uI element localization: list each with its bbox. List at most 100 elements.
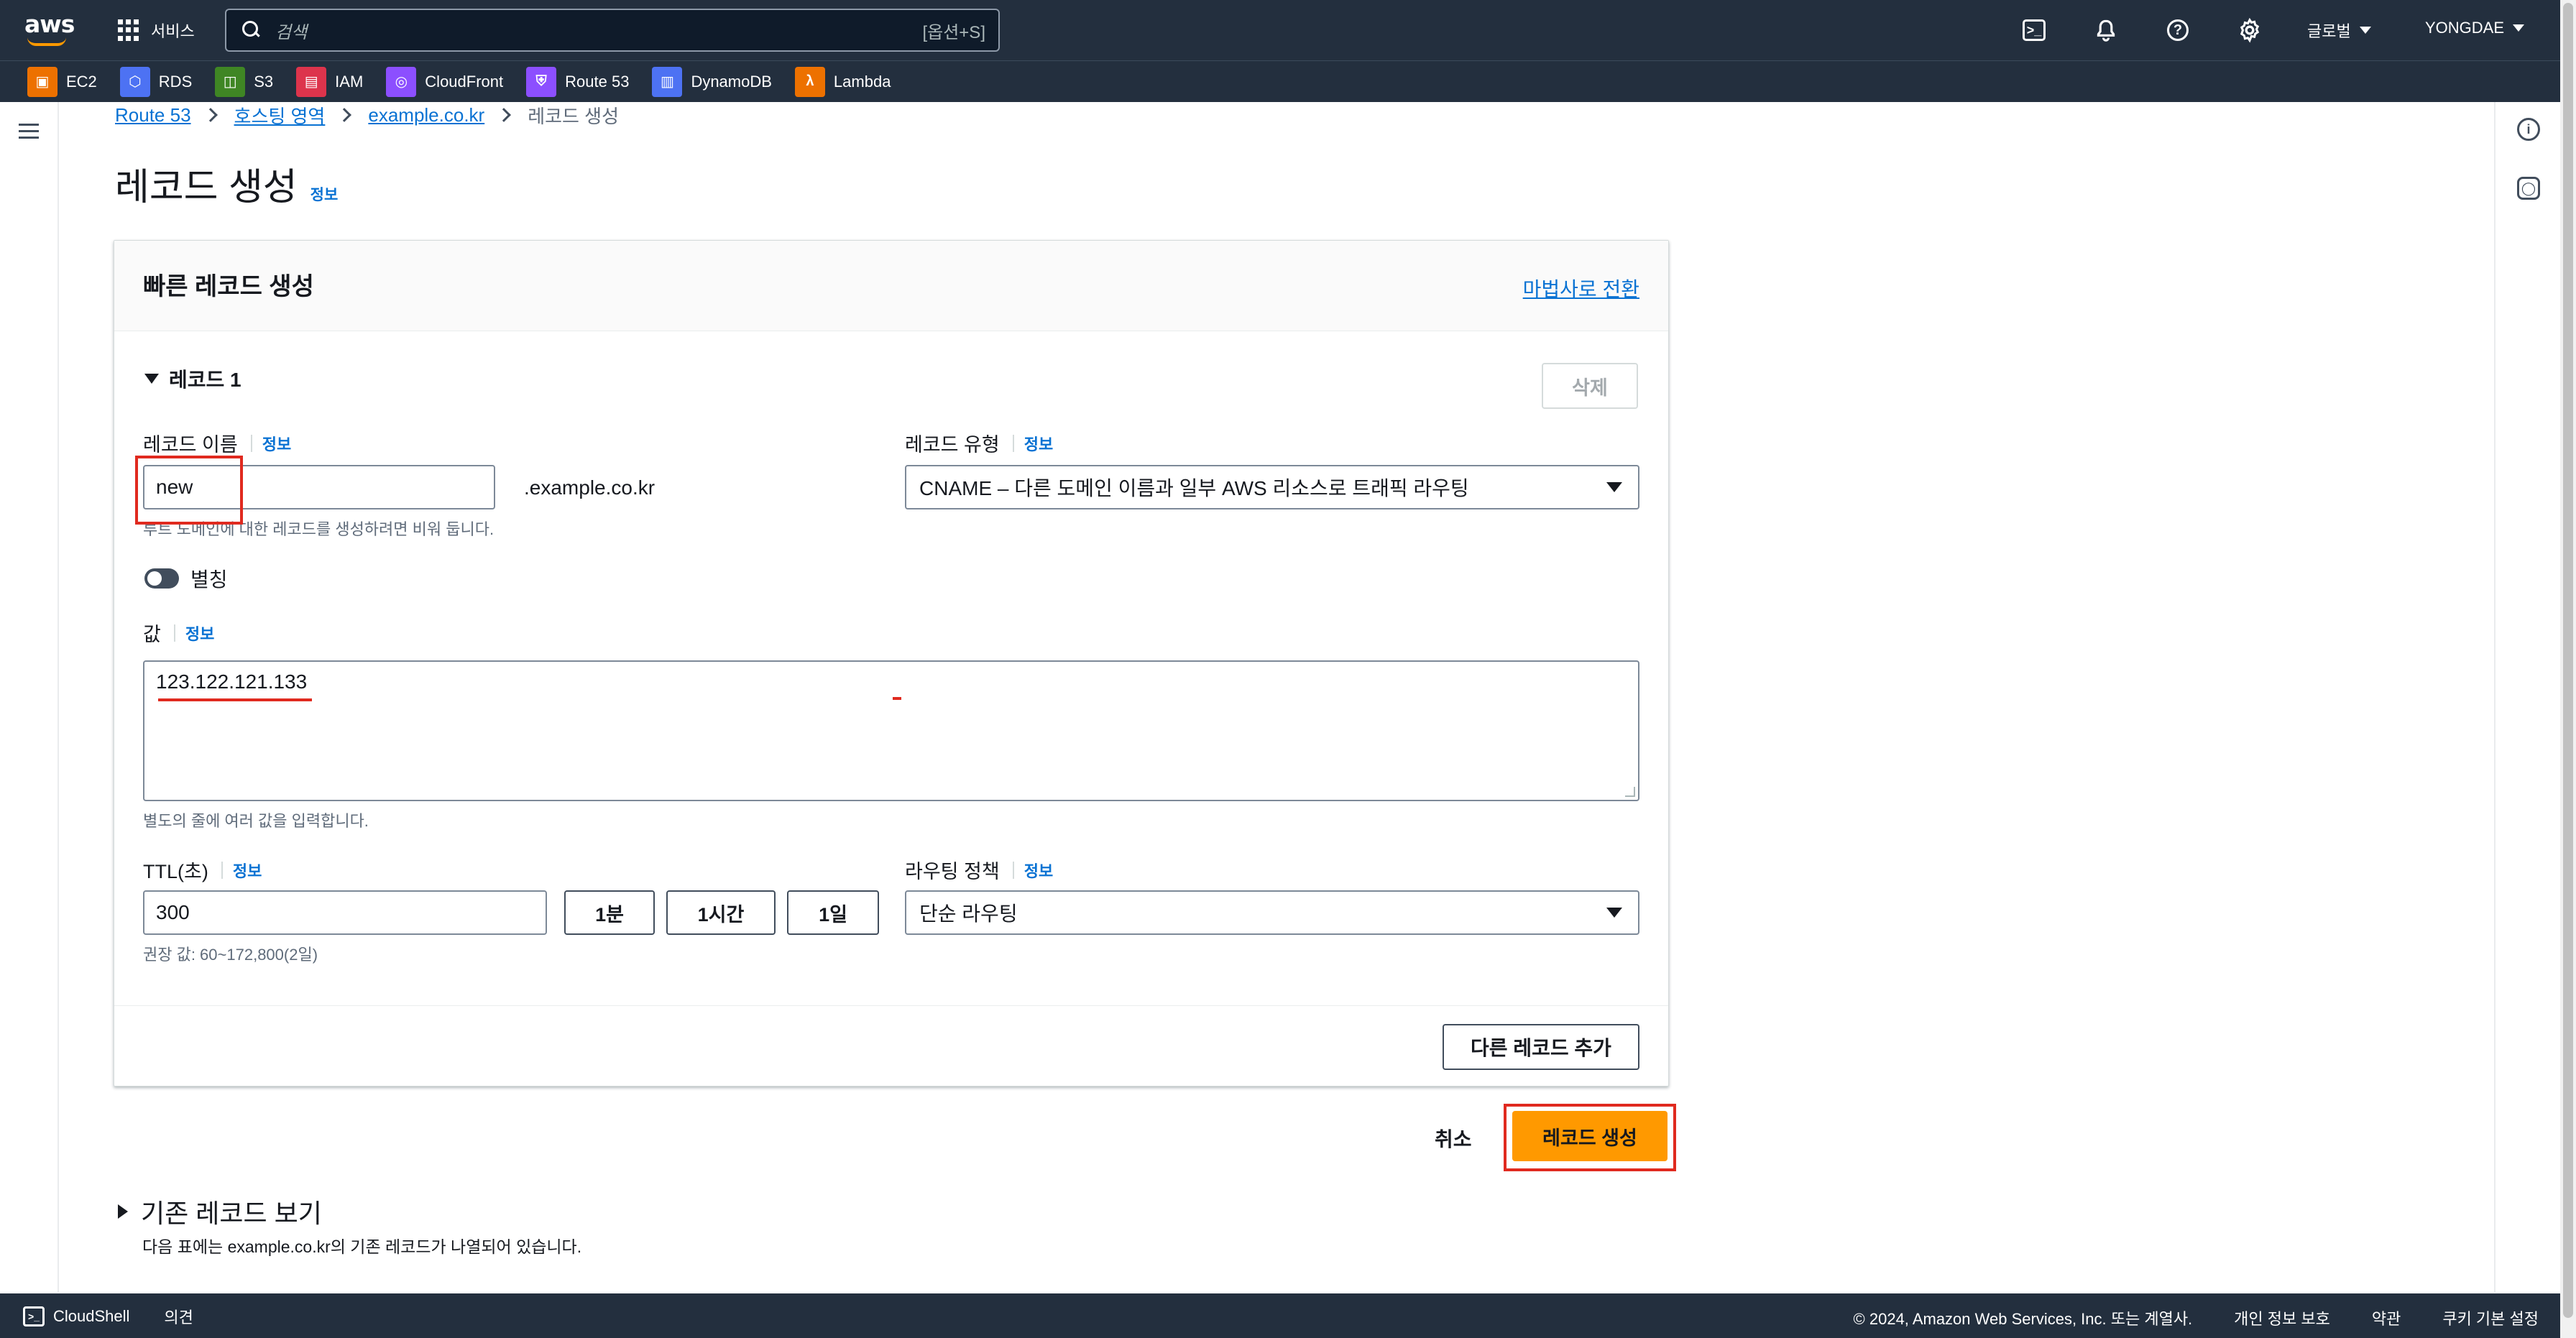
favorite-label: IAM <box>335 72 364 91</box>
terms-link[interactable]: 약관 <box>2372 1306 2401 1329</box>
caret-down-icon <box>2513 24 2525 32</box>
dropdown-arrow-icon <box>1606 482 1622 492</box>
cancel-button[interactable]: 취소 <box>1435 1124 1472 1153</box>
region-selector[interactable]: 글로벌 <box>2307 19 2371 42</box>
delete-record-button[interactable]: 삭제 <box>1542 363 1638 409</box>
feedback-link[interactable]: 의견 <box>164 1305 193 1328</box>
services-menu-button[interactable]: 서비스 <box>118 16 195 45</box>
page-scrollbar[interactable] <box>2560 0 2576 1338</box>
page-title: 레코드 생성 정보 <box>115 157 338 211</box>
record-name-label: 레코드 이름 정보 <box>143 429 291 457</box>
menu-icon[interactable] <box>19 124 39 139</box>
ttl-info-link[interactable]: 정보 <box>233 859 262 882</box>
route53-icon: ⛨ <box>526 66 557 97</box>
search-placeholder: 검색 <box>275 22 308 42</box>
settings-icon[interactable] <box>2235 16 2264 45</box>
iam-icon: ▤ <box>296 66 327 97</box>
help-icon[interactable]: ? <box>2163 16 2192 45</box>
switch-to-wizard-link[interactable]: 마법사로 전환 <box>1523 274 1639 303</box>
caret-right-icon <box>118 1204 128 1219</box>
cloudshell-button[interactable]: >_ CloudShell 의견 <box>23 1305 193 1328</box>
container-footer <box>114 1005 1668 1087</box>
dynamodb-icon: ▥ <box>652 66 683 97</box>
record-1-expander[interactable]: 레코드 1 <box>144 364 242 393</box>
region-label: 글로벌 <box>2307 22 2351 40</box>
record-name-info-link[interactable]: 정보 <box>262 432 291 455</box>
page-title-text: 레코드 생성 <box>115 167 298 208</box>
alias-label: 별칭 <box>190 568 228 591</box>
scrollbar-thumb[interactable] <box>2563 3 2573 1318</box>
favorite-iam[interactable]: ▤ IAM <box>296 66 364 97</box>
favorite-label: S3 <box>254 72 274 91</box>
existing-records-title: 기존 레코드 보기 <box>141 1199 322 1228</box>
favorite-route53[interactable]: ⛨ Route 53 <box>526 66 630 97</box>
record-type-value: CNAME – 다른 도메인 이름과 일부 AWS 리소스로 트래픽 라우팅 <box>919 477 1469 499</box>
routing-policy-select[interactable]: 단순 라우팅 <box>905 890 1639 935</box>
favorite-cloudfront[interactable]: ◎ CloudFront <box>386 66 504 97</box>
ec2-icon: ▣ <box>27 66 58 97</box>
hexagon-icon[interactable]: ◯ <box>2517 177 2540 200</box>
breadcrumb-route53[interactable]: Route 53 <box>115 104 191 126</box>
view-existing-records-expander[interactable]: 기존 레코드 보기 <box>118 1193 322 1230</box>
resize-handle[interactable] <box>1625 787 1635 797</box>
value-text: 123.122.121.133 <box>156 670 308 693</box>
favorite-label: Route 53 <box>565 72 630 91</box>
search-input[interactable]: 검색 [옵션+S] <box>225 9 1000 52</box>
cloudfront-icon: ◎ <box>386 66 417 97</box>
favorite-rds[interactable]: ⬡ RDS <box>119 66 193 97</box>
favorite-label: CloudFront <box>425 72 504 91</box>
caret-down-icon <box>2359 27 2371 34</box>
routing-policy-value: 단순 라우팅 <box>919 903 1018 925</box>
aws-logo[interactable]: aws <box>24 10 75 47</box>
breadcrumb-zone[interactable]: example.co.kr <box>368 104 484 126</box>
container-header: 빠른 레코드 생성 마법사로 전환 <box>114 241 1668 331</box>
value-textarea[interactable]: 123.122.121.133 <box>143 660 1639 801</box>
services-label: 서비스 <box>151 22 195 40</box>
alias-toggle[interactable] <box>144 568 179 589</box>
bell-icon[interactable] <box>2092 16 2120 45</box>
ttl-1day-button[interactable]: 1일 <box>787 890 879 935</box>
user-label: YONGDAE <box>2425 19 2505 37</box>
account-menu[interactable]: YONGDAE <box>2425 19 2525 37</box>
privacy-link[interactable]: 개인 정보 보호 <box>2234 1306 2330 1329</box>
favorite-ec2[interactable]: ▣ EC2 <box>27 66 97 97</box>
existing-records-description: 다음 표에는 example.co.kr의 기존 레코드가 나열되어 있습니다. <box>142 1237 582 1256</box>
routing-policy-label-text: 라우팅 정책 <box>905 861 1000 882</box>
ttl-1min-button[interactable]: 1분 <box>564 890 655 935</box>
search-shortcut: [옵션+S] <box>922 22 985 42</box>
lambda-icon: λ <box>794 66 825 97</box>
cookie-preferences-link[interactable]: 쿠키 기본 설정 <box>2442 1306 2539 1329</box>
record-section-title: 레코드 1 <box>169 369 242 391</box>
info-icon[interactable]: i <box>2517 118 2540 141</box>
chevron-right-icon <box>497 108 512 122</box>
favorite-dynamodb[interactable]: ▥ DynamoDB <box>652 66 772 97</box>
favorite-s3[interactable]: ◫ S3 <box>215 66 274 97</box>
record-type-select[interactable]: CNAME – 다른 도메인 이름과 일부 AWS 리소스로 트래픽 라우팅 <box>905 465 1639 509</box>
favorite-lambda[interactable]: λ Lambda <box>794 66 891 97</box>
breadcrumb-hosted-zones[interactable]: 호스팅 영역 <box>234 102 326 129</box>
annotation-mark <box>893 697 901 700</box>
page-info-link[interactable]: 정보 <box>310 183 339 205</box>
caret-down-icon <box>144 374 159 384</box>
quick-create-container: 빠른 레코드 생성 마법사로 전환 레코드 1 삭제 레코드 이름 정보 new… <box>114 240 1669 1086</box>
favorites-bar: ▣ EC2 ⬡ RDS ◫ S3 ▤ IAM ◎ CloudFront ⛨ Route 53… <box>0 60 2560 102</box>
cloudshell-icon[interactable]: >_ <box>2020 16 2048 45</box>
chevron-right-icon <box>203 108 218 122</box>
s3-icon: ◫ <box>215 66 246 97</box>
annotation-underline-value <box>158 698 312 701</box>
routing-policy-info-link[interactable]: 정보 <box>1024 859 1053 882</box>
add-another-record-button[interactable]: 다른 레코드 추가 <box>1443 1024 1639 1070</box>
favorite-label: RDS <box>158 72 193 91</box>
cloudshell-icon: >_ <box>23 1306 45 1327</box>
ttl-value: 300 <box>156 901 190 923</box>
record-type-info-link[interactable]: 정보 <box>1024 432 1053 455</box>
ttl-label-text: TTL(초) <box>143 861 208 882</box>
cloudshell-label: CloudShell <box>53 1307 130 1325</box>
alias-toggle-row: 별칭 <box>144 564 228 593</box>
ttl-1hour-button[interactable]: 1시간 <box>666 890 776 935</box>
value-info-link[interactable]: 정보 <box>185 622 214 645</box>
value-label-text: 값 <box>143 624 161 645</box>
value-hint: 별도의 줄에 여러 값을 입력합니다. <box>143 812 369 830</box>
grid-icon <box>118 19 139 41</box>
ttl-input[interactable]: 300 <box>143 890 547 935</box>
